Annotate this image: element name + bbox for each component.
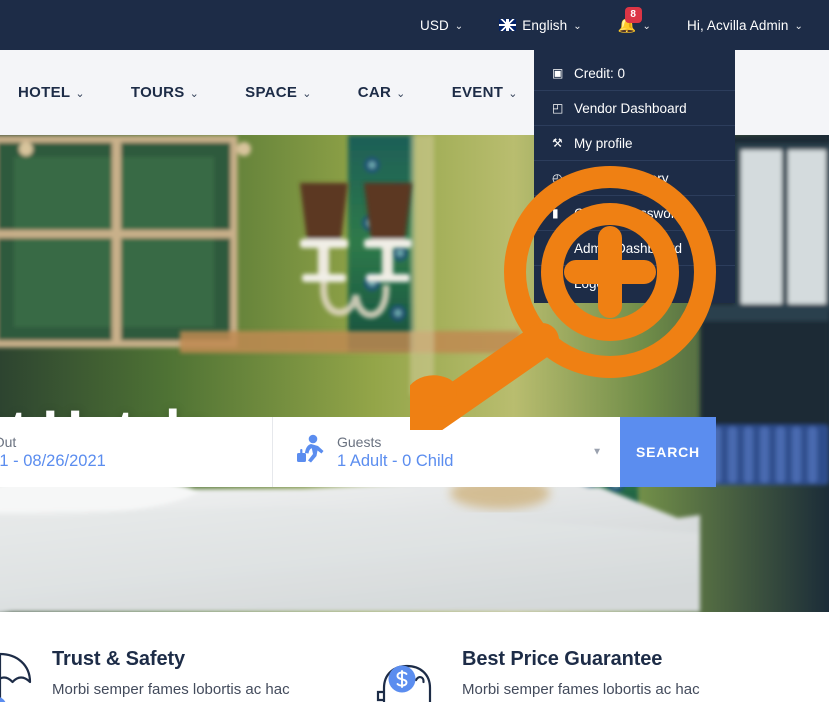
nav-item-car[interactable]: CAR ⌄ xyxy=(358,84,406,101)
dropdown-item-my-profile[interactable]: ⚒ My profile xyxy=(534,126,735,161)
dropdown-item-admin-dashboard[interactable]: ▲ Admin Dashboard xyxy=(534,231,735,266)
nav-item-label: HOTEL xyxy=(18,84,71,101)
money-bill-icon: ▣ xyxy=(552,66,564,80)
dropdown-item-logout[interactable]: ▶ Logout xyxy=(534,266,735,301)
dropdown-item-label: My profile xyxy=(574,135,633,151)
language-label: English xyxy=(522,17,568,33)
chevron-down-icon: ⌄ xyxy=(189,88,200,100)
user-greeting-label: Hi, Acvilla Admin xyxy=(687,17,789,33)
feature-trust-safety: Trust & Safety Morbi semper fames lobort… xyxy=(0,648,290,702)
chevron-down-icon: ⌄ xyxy=(573,20,582,32)
checkin-checkout-field[interactable]: Check In - Out 08/25/2021 - 08/26/2021 xyxy=(0,417,272,487)
features-section: Trust & Safety Morbi semper fames lobort… xyxy=(0,612,829,702)
feature-title: Best Price Guarantee xyxy=(462,648,663,670)
dropdown-item-label: Booking History xyxy=(574,170,669,186)
nav-item-event[interactable]: EVENT ⌄ xyxy=(452,84,518,101)
checkin-checkout-label: Check In - Out xyxy=(0,433,17,450)
bell-wrapper: 🔔 8 xyxy=(618,6,642,33)
sign-out-icon: ▶ xyxy=(552,276,562,291)
price-tag-dollar-icon xyxy=(376,648,444,702)
dropdown-item-credit[interactable]: ▣ Credit: 0 xyxy=(534,56,735,91)
notifications-menu[interactable]: 🔔 8 ⌄ xyxy=(618,6,652,33)
dropdown-item-booking-history[interactable]: ◴ Booking History xyxy=(534,161,735,196)
traveller-icon xyxy=(295,434,325,470)
search-button[interactable]: SEARCH xyxy=(620,417,716,487)
nav-item-label: SPACE xyxy=(245,84,298,101)
chevron-down-icon: ⌄ xyxy=(508,88,518,100)
uk-flag-icon xyxy=(499,19,517,31)
currency-selector[interactable]: USD ⌄ xyxy=(420,18,463,33)
dropdown-item-label: Vendor Dashboard xyxy=(574,100,687,116)
dropdown-item-label: Change password xyxy=(574,205,683,221)
lock-icon: ▮ xyxy=(552,206,559,220)
dropdown-item-label: Credit: 0 xyxy=(574,65,626,81)
user-icon: ▲ xyxy=(552,241,564,255)
feature-description: Morbi semper fames lobortis ac hac xyxy=(462,681,700,698)
dropdown-item-label: Admin Dashboard xyxy=(574,240,683,256)
nav-item-label: TOURS xyxy=(130,84,185,101)
language-selector[interactable]: English ⌄ xyxy=(499,17,582,33)
dropdown-item-label: Logout xyxy=(574,276,616,291)
umbrella-icon xyxy=(0,648,34,702)
search-widget: Check In - Out 08/25/2021 - 08/26/2021 G… xyxy=(0,417,716,487)
nav-item-space[interactable]: SPACE ⌄ xyxy=(245,84,312,101)
notification-count-badge: 8 xyxy=(624,6,642,23)
user-account-dropdown-menu: ▣ Credit: 0 ◰ Vendor Dashboard ⚒ My prof… xyxy=(534,50,735,303)
chevron-down-icon: ⌄ xyxy=(396,88,406,100)
chevron-down-icon: ⌄ xyxy=(302,88,312,100)
nav-item-label: CAR xyxy=(357,84,392,101)
feature-title: Trust & Safety xyxy=(52,648,186,670)
tools-icon: ⚒ xyxy=(552,136,563,150)
chart-line-icon: ◰ xyxy=(552,101,564,115)
chevron-down-icon: ⌄ xyxy=(454,20,464,32)
feature-description: Morbi semper fames lobortis ac hac xyxy=(52,681,290,698)
chevron-down-icon: ⌄ xyxy=(794,20,803,32)
guests-field[interactable]: Guests 1 Adult - 0 Child ▼ xyxy=(272,417,620,487)
dropdown-item-change-password[interactable]: ▮ Change password xyxy=(534,196,735,231)
feature-best-price: Best Price Guarantee Morbi semper fames … xyxy=(376,648,700,702)
nav-item-label: EVENT xyxy=(451,84,504,101)
top-utility-bar: USD ⌄ English ⌄ 🔔 8 ⌄ Hi, Acvilla Admin … xyxy=(0,0,829,50)
guests-value: 1 Adult - 0 Child xyxy=(337,451,454,470)
user-account-menu[interactable]: Hi, Acvilla Admin ⌄ xyxy=(687,18,803,33)
currency-label: USD xyxy=(419,17,449,33)
checkin-checkout-value: 08/25/2021 - 08/26/2021 xyxy=(0,451,106,470)
nav-item-hotel[interactable]: HOTEL ⌄ xyxy=(18,84,85,101)
chevron-down-icon: ⌄ xyxy=(642,20,652,32)
guests-label: Guests xyxy=(337,433,382,450)
dropdown-item-vendor-dashboard[interactable]: ◰ Vendor Dashboard xyxy=(534,91,735,126)
chevron-down-icon: ⌄ xyxy=(75,88,85,100)
guests-dropdown-caret-icon[interactable]: ▼ xyxy=(592,447,602,458)
nav-item-tours[interactable]: TOURS ⌄ xyxy=(131,84,199,101)
page-root: ect Hotels Check In - Out 08/25/2021 - 0… xyxy=(0,0,829,702)
clock-icon: ◴ xyxy=(552,171,563,185)
